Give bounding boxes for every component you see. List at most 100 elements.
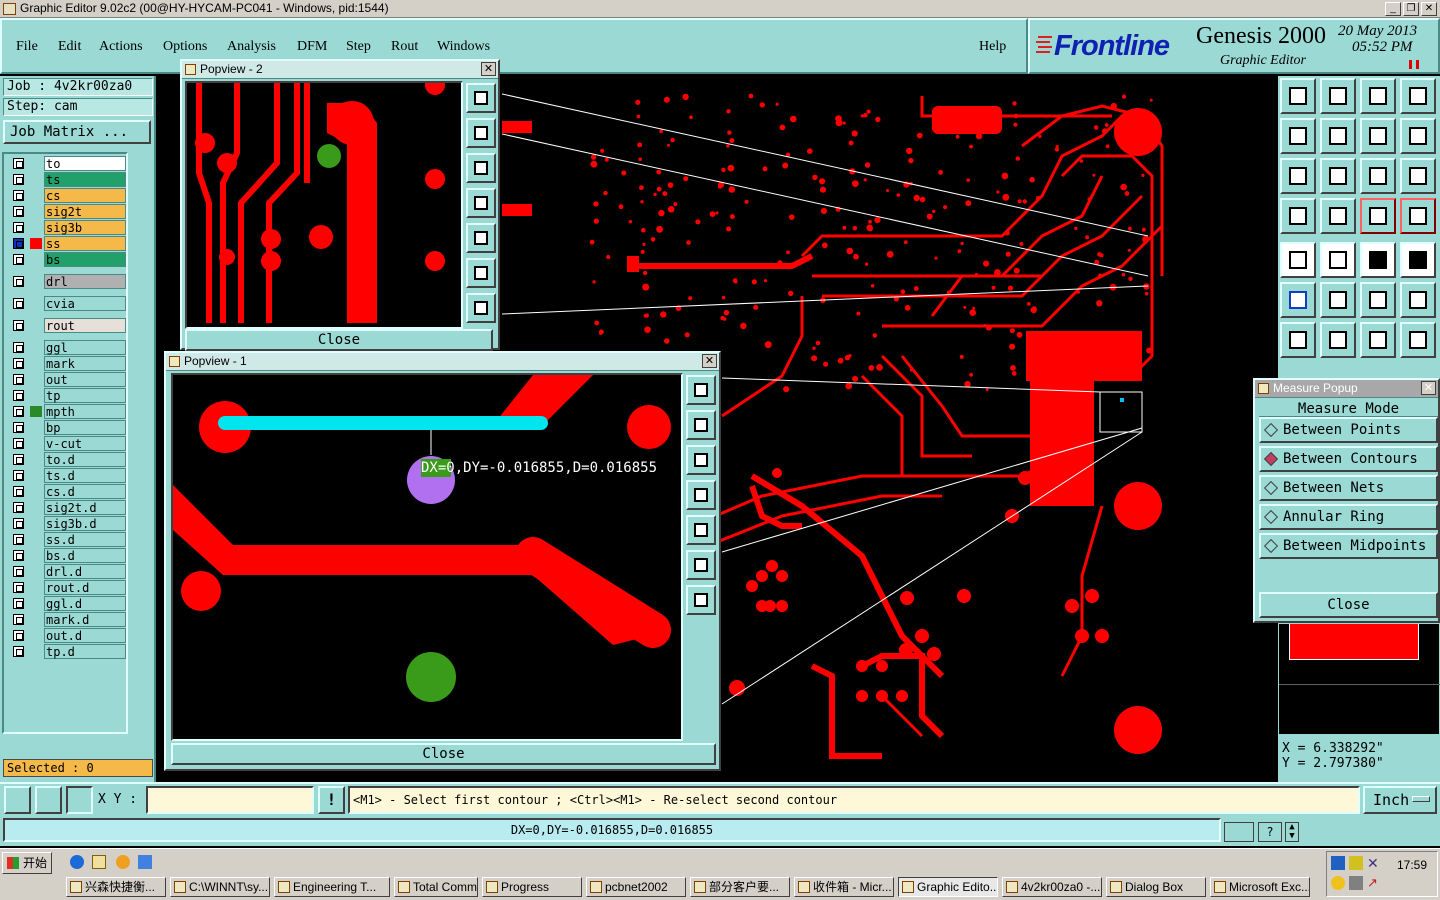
- help-query-icon[interactable]: ?: [1258, 822, 1282, 842]
- layer-row[interactable]: cs: [10, 188, 126, 203]
- tools-icon[interactable]: ✕: [1367, 856, 1381, 870]
- layer-checkbox[interactable]: [13, 190, 24, 201]
- layer-row[interactable]: ss.d: [10, 532, 126, 547]
- layer-checkbox[interactable]: [13, 646, 24, 657]
- units-selector[interactable]: Inch: [1363, 786, 1437, 814]
- layer-row[interactable]: bp: [10, 420, 126, 435]
- scroll-spinner-icon[interactable]: ▲ ▼: [1285, 822, 1299, 842]
- taskbar-button[interactable]: Total Comma...: [394, 877, 478, 897]
- layer-checkbox[interactable]: [13, 630, 24, 641]
- close-window-button[interactable]: ✕: [1421, 2, 1437, 16]
- show-desktop-icon[interactable]: [138, 855, 152, 869]
- layer-row[interactable]: mark.d: [10, 612, 126, 627]
- popview-2-close-icon[interactable]: ✕: [481, 62, 496, 76]
- layer-row[interactable]: ts: [10, 172, 126, 187]
- pan-right-icon[interactable]: [686, 515, 716, 545]
- cross-icon[interactable]: [1320, 282, 1356, 318]
- pan-down-icon[interactable]: [686, 445, 716, 475]
- layer-row[interactable]: ggl: [10, 340, 126, 355]
- layer-checkbox[interactable]: [13, 502, 24, 513]
- menu-options[interactable]: Options: [163, 39, 207, 55]
- select-pad-icon[interactable]: [1280, 242, 1316, 278]
- layer-row[interactable]: bs.d: [10, 548, 126, 563]
- option-between-contours[interactable]: Between Contours: [1259, 446, 1438, 472]
- xy-input[interactable]: [146, 786, 314, 814]
- layer-checkbox[interactable]: [13, 206, 24, 217]
- layer-checkbox[interactable]: [13, 238, 24, 249]
- ie-icon[interactable]: [70, 855, 84, 869]
- layer-checkbox[interactable]: [13, 486, 24, 497]
- pan-up-icon[interactable]: [466, 118, 496, 148]
- layer-checkbox[interactable]: [13, 438, 24, 449]
- layer-row[interactable]: drl: [10, 274, 126, 289]
- keyboard-icon[interactable]: [1224, 822, 1254, 842]
- taskbar-button[interactable]: Microsoft Exc...: [1210, 877, 1310, 897]
- layer-checkbox[interactable]: [13, 406, 24, 417]
- menu-actions[interactable]: Actions: [99, 39, 143, 55]
- zoom-in-icon[interactable]: [466, 258, 496, 288]
- layer-row[interactable]: sig3b: [10, 220, 126, 235]
- zoom-fit-icon[interactable]: [466, 83, 496, 113]
- taskbar-button[interactable]: Progress: [482, 877, 582, 897]
- text-tool-icon[interactable]: [1400, 322, 1436, 358]
- taskbar-button[interactable]: pcbnet2002: [586, 877, 686, 897]
- home-up-icon[interactable]: [1280, 78, 1316, 114]
- taskbar-button[interactable]: 收件箱 - Micr...: [794, 877, 894, 897]
- layer-checkbox[interactable]: [13, 276, 24, 287]
- measure-popup-close-icon[interactable]: ✕: [1421, 381, 1436, 395]
- zoom-fit-icon[interactable]: [686, 375, 716, 405]
- layer-checkbox[interactable]: [13, 342, 24, 353]
- mini-map[interactable]: [1278, 623, 1440, 735]
- select-line-icon[interactable]: [1320, 242, 1356, 278]
- layer-row[interactable]: drl.d: [10, 564, 126, 579]
- layer-checkbox[interactable]: [13, 320, 24, 331]
- layer-row[interactable]: ss: [10, 236, 126, 251]
- layer-row[interactable]: cvia: [10, 296, 126, 311]
- option-annular-ring[interactable]: Annular Ring: [1259, 504, 1438, 530]
- taskbar-button[interactable]: 4v2kr00za0 -...: [1002, 877, 1102, 897]
- taskbar-button[interactable]: 兴森快捷衡...: [66, 877, 166, 897]
- layer-checkbox[interactable]: [13, 298, 24, 309]
- layer-row[interactable]: mpth: [10, 404, 126, 419]
- layer-checkbox[interactable]: [13, 454, 24, 465]
- select-round-icon[interactable]: [1400, 242, 1436, 278]
- zoom-out-icon[interactable]: [466, 293, 496, 323]
- diagonal-icon[interactable]: [1320, 322, 1356, 358]
- layer-checkbox[interactable]: [13, 158, 24, 169]
- layer-row[interactable]: tp: [10, 388, 126, 403]
- zoom-center-icon[interactable]: [1320, 158, 1356, 194]
- menu-windows[interactable]: Windows: [437, 39, 490, 55]
- layer-row[interactable]: sig2t: [10, 204, 126, 219]
- clock-app-icon[interactable]: [116, 855, 130, 869]
- snap-angle-icon[interactable]: [35, 786, 62, 814]
- home-down-icon[interactable]: [1320, 78, 1356, 114]
- layer-row[interactable]: sig3b.d: [10, 516, 126, 531]
- layer-checkbox[interactable]: [13, 518, 24, 529]
- taskbar-button[interactable]: Engineering T...: [274, 877, 390, 897]
- job-matrix-button[interactable]: Job Matrix ...: [3, 120, 151, 144]
- layer-row[interactable]: to: [10, 156, 126, 171]
- window-split-icon[interactable]: [1400, 78, 1436, 114]
- snake-icon[interactable]: [1400, 118, 1436, 154]
- layer-row[interactable]: ggl.d: [10, 596, 126, 611]
- measure-close-button[interactable]: Close: [1259, 592, 1438, 618]
- popview-2-titlebar[interactable]: Popview - 2 ✕: [182, 61, 498, 79]
- arc-icon[interactable]: [1360, 322, 1396, 358]
- layer-checkbox[interactable]: [13, 470, 24, 481]
- pan-left-tool-icon[interactable]: [1280, 118, 1316, 154]
- popview-2-close-button[interactable]: Close: [185, 329, 493, 351]
- pan-down-icon[interactable]: [466, 153, 496, 183]
- layer-checkbox[interactable]: [13, 254, 24, 265]
- step-field[interactable]: Step: cam: [3, 98, 153, 116]
- popview-1-close-button[interactable]: Close: [171, 743, 716, 765]
- antivirus-icon[interactable]: [1349, 876, 1363, 890]
- menu-help[interactable]: Help: [979, 39, 1006, 55]
- option-between-nets[interactable]: Between Nets: [1259, 475, 1438, 501]
- query-icon[interactable]: [1400, 158, 1436, 194]
- layer-row[interactable]: v-cut: [10, 436, 126, 451]
- start-button[interactable]: 开始: [2, 852, 52, 874]
- window-title-bar[interactable]: Graphic Editor 9.02c2 (00@HY-HYCAM-PC041…: [0, 0, 1440, 18]
- layer-row[interactable]: to.d: [10, 452, 126, 467]
- taskbar-button[interactable]: C:\WINNT\sy...: [170, 877, 270, 897]
- alert-icon[interactable]: !: [318, 786, 345, 814]
